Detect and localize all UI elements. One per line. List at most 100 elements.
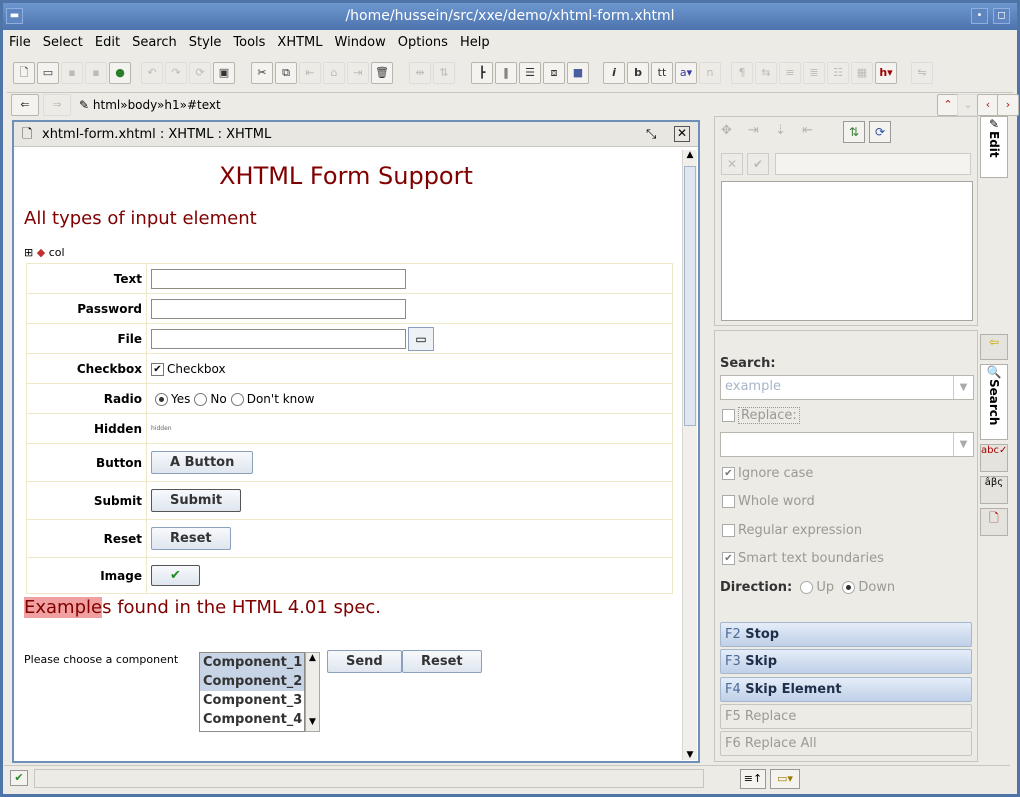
form-reset-button[interactable]: Reset: [402, 650, 482, 673]
smart-boundaries-check-icon[interactable]: ✔: [722, 552, 735, 565]
paste-before-icon[interactable]: ⇤: [299, 62, 321, 84]
delete-icon[interactable]: 🗑: [371, 62, 393, 84]
tab-edit[interactable]: ✎ Edit: [980, 116, 1008, 178]
document-content[interactable]: XHTML Form Support All types of input el…: [16, 150, 680, 759]
bullet-list-icon[interactable]: ≡: [779, 62, 801, 84]
maximize-icon[interactable]: ◻: [993, 8, 1010, 24]
repeat-icon[interactable]: ⟳: [189, 62, 211, 84]
insert-icon[interactable]: ⇅: [843, 121, 865, 143]
radio-no[interactable]: [194, 392, 208, 406]
tab-attributes-icon[interactable]: ⇦: [980, 334, 1008, 360]
definition-list-icon[interactable]: ☷: [827, 62, 849, 84]
menu-edit[interactable]: Edit: [89, 31, 126, 55]
browse-folder-icon[interactable]: ▭: [408, 326, 434, 351]
skip-element-button[interactable]: F4 Skip Element: [720, 677, 972, 702]
split-icon[interactable]: ⇅: [433, 62, 455, 84]
reset-button[interactable]: Reset: [151, 527, 231, 550]
listbox-scrollbar[interactable]: ▲ ▼: [305, 652, 320, 732]
open-icon[interactable]: ▭: [37, 62, 59, 84]
radio-yes[interactable]: [155, 392, 168, 406]
replace-dropdown-icon[interactable]: ▼: [953, 433, 973, 456]
undo-icon[interactable]: ↶: [141, 62, 163, 84]
cancel-icon[interactable]: ✕: [721, 153, 743, 175]
validate-icon[interactable]: ●: [109, 62, 131, 84]
attribute-field[interactable]: [775, 153, 971, 175]
navigate-forward-icon[interactable]: ⇒: [43, 94, 71, 116]
submit-button[interactable]: Submit: [151, 489, 242, 512]
copy-icon[interactable]: ⧉: [275, 62, 297, 84]
table-insert-icon[interactable]: ▦: [851, 62, 873, 84]
link-icon[interactable]: ⇋: [911, 62, 933, 84]
image-button[interactable]: ✔: [151, 565, 200, 586]
menu-xhtml[interactable]: XHTML: [271, 31, 328, 55]
node-path[interactable]: ✎ html»body»h1»#text: [79, 95, 937, 115]
navigate-back-icon[interactable]: ⇐: [11, 94, 39, 116]
replace-all-button[interactable]: F6 Replace All: [720, 731, 972, 756]
select-child-icon[interactable]: ⌄: [957, 94, 979, 116]
smart-boundaries-option[interactable]: ✔ Smart text boundaries: [722, 551, 884, 566]
whole-word-option[interactable]: Whole word: [722, 494, 815, 509]
menu-search[interactable]: Search: [126, 31, 183, 55]
menu-file[interactable]: File: [3, 31, 37, 55]
command-icon[interactable]: ▣: [213, 62, 235, 84]
radio-dont-know[interactable]: [230, 392, 244, 406]
search-dropdown-icon[interactable]: ▼: [953, 376, 973, 399]
minimize-icon[interactable]: •: [971, 8, 988, 24]
search-field[interactable]: example ▼: [720, 375, 974, 400]
join-icon[interactable]: ⇹: [409, 62, 431, 84]
skip-button[interactable]: F3 Skip: [720, 649, 972, 674]
expand-icon[interactable]: ⊞: [24, 246, 33, 259]
regex-option[interactable]: Regular expression: [722, 523, 862, 538]
restore-icon[interactable]: ⤡: [646, 122, 656, 147]
send-button[interactable]: Send: [327, 650, 402, 673]
tab-search[interactable]: 🔍 Search: [980, 364, 1008, 440]
heading-button[interactable]: h▾: [875, 62, 897, 84]
refresh-icon[interactable]: ⟳: [869, 121, 891, 143]
paste-after-icon[interactable]: ⇥: [347, 62, 369, 84]
scroll-up-icon[interactable]: ▲: [683, 150, 697, 164]
spell-options-icon[interactable]: âβς: [980, 476, 1008, 504]
file-input[interactable]: [151, 328, 406, 349]
list-item[interactable]: Component_4: [200, 710, 304, 729]
numbered-list-icon[interactable]: ≣: [803, 62, 825, 84]
replace-field[interactable]: ▼: [720, 432, 974, 457]
save-as-icon[interactable]: ▪: [85, 62, 107, 84]
scroll-up-icon[interactable]: ▲: [306, 653, 319, 667]
indent-icon[interactable]: ⇆: [755, 62, 777, 84]
ignore-case-option[interactable]: ✔ Ignore case: [722, 466, 813, 481]
italic-button[interactable]: i: [603, 62, 625, 84]
apply-icon[interactable]: ✔: [747, 153, 769, 175]
clipboard-menu-icon[interactable]: ▭▾: [770, 769, 800, 789]
attribute-list[interactable]: [721, 181, 973, 321]
ignore-case-check-icon[interactable]: ✔: [722, 467, 735, 480]
text-input[interactable]: [151, 268, 406, 289]
select-previous-icon[interactable]: ‹: [977, 94, 999, 116]
list-item[interactable]: Component_3: [200, 691, 304, 710]
close-document-icon[interactable]: ✕: [674, 126, 690, 142]
select-next-icon[interactable]: ›: [997, 94, 1019, 116]
valid-document-icon[interactable]: ✔: [10, 770, 28, 786]
component-listbox[interactable]: Component_1 Component_2 Component_3 Comp…: [199, 652, 305, 732]
list-item[interactable]: Component_1: [200, 653, 304, 672]
cut-icon[interactable]: ✂: [251, 62, 273, 84]
paragraph-icon[interactable]: ¶: [731, 62, 753, 84]
bold-button[interactable]: b: [627, 62, 649, 84]
paste-icon[interactable]: ⌂: [323, 62, 345, 84]
spell-check-icon[interactable]: abc✓: [980, 444, 1008, 472]
window-menu-icon[interactable]: ▬: [6, 8, 23, 24]
replace-checkbox[interactable]: [722, 409, 735, 422]
menu-help[interactable]: Help: [454, 31, 496, 55]
scroll-thumb[interactable]: [684, 166, 696, 426]
password-input[interactable]: [151, 298, 406, 319]
menu-tools[interactable]: Tools: [227, 31, 271, 55]
table-icon[interactable]: ■: [567, 62, 589, 84]
direction-up-radio[interactable]: [800, 581, 814, 594]
stop-button[interactable]: F2 Stop: [720, 622, 972, 647]
redo-icon[interactable]: ↷: [165, 62, 187, 84]
whole-word-checkbox[interactable]: [722, 495, 735, 508]
merge-icon[interactable]: ⧈: [543, 62, 565, 84]
validity-icon[interactable]: 🗋: [980, 508, 1008, 536]
a-button[interactable]: A Button: [151, 451, 254, 474]
checkbox-check-icon[interactable]: ✔: [151, 362, 164, 376]
tt-button[interactable]: tt: [651, 62, 673, 84]
